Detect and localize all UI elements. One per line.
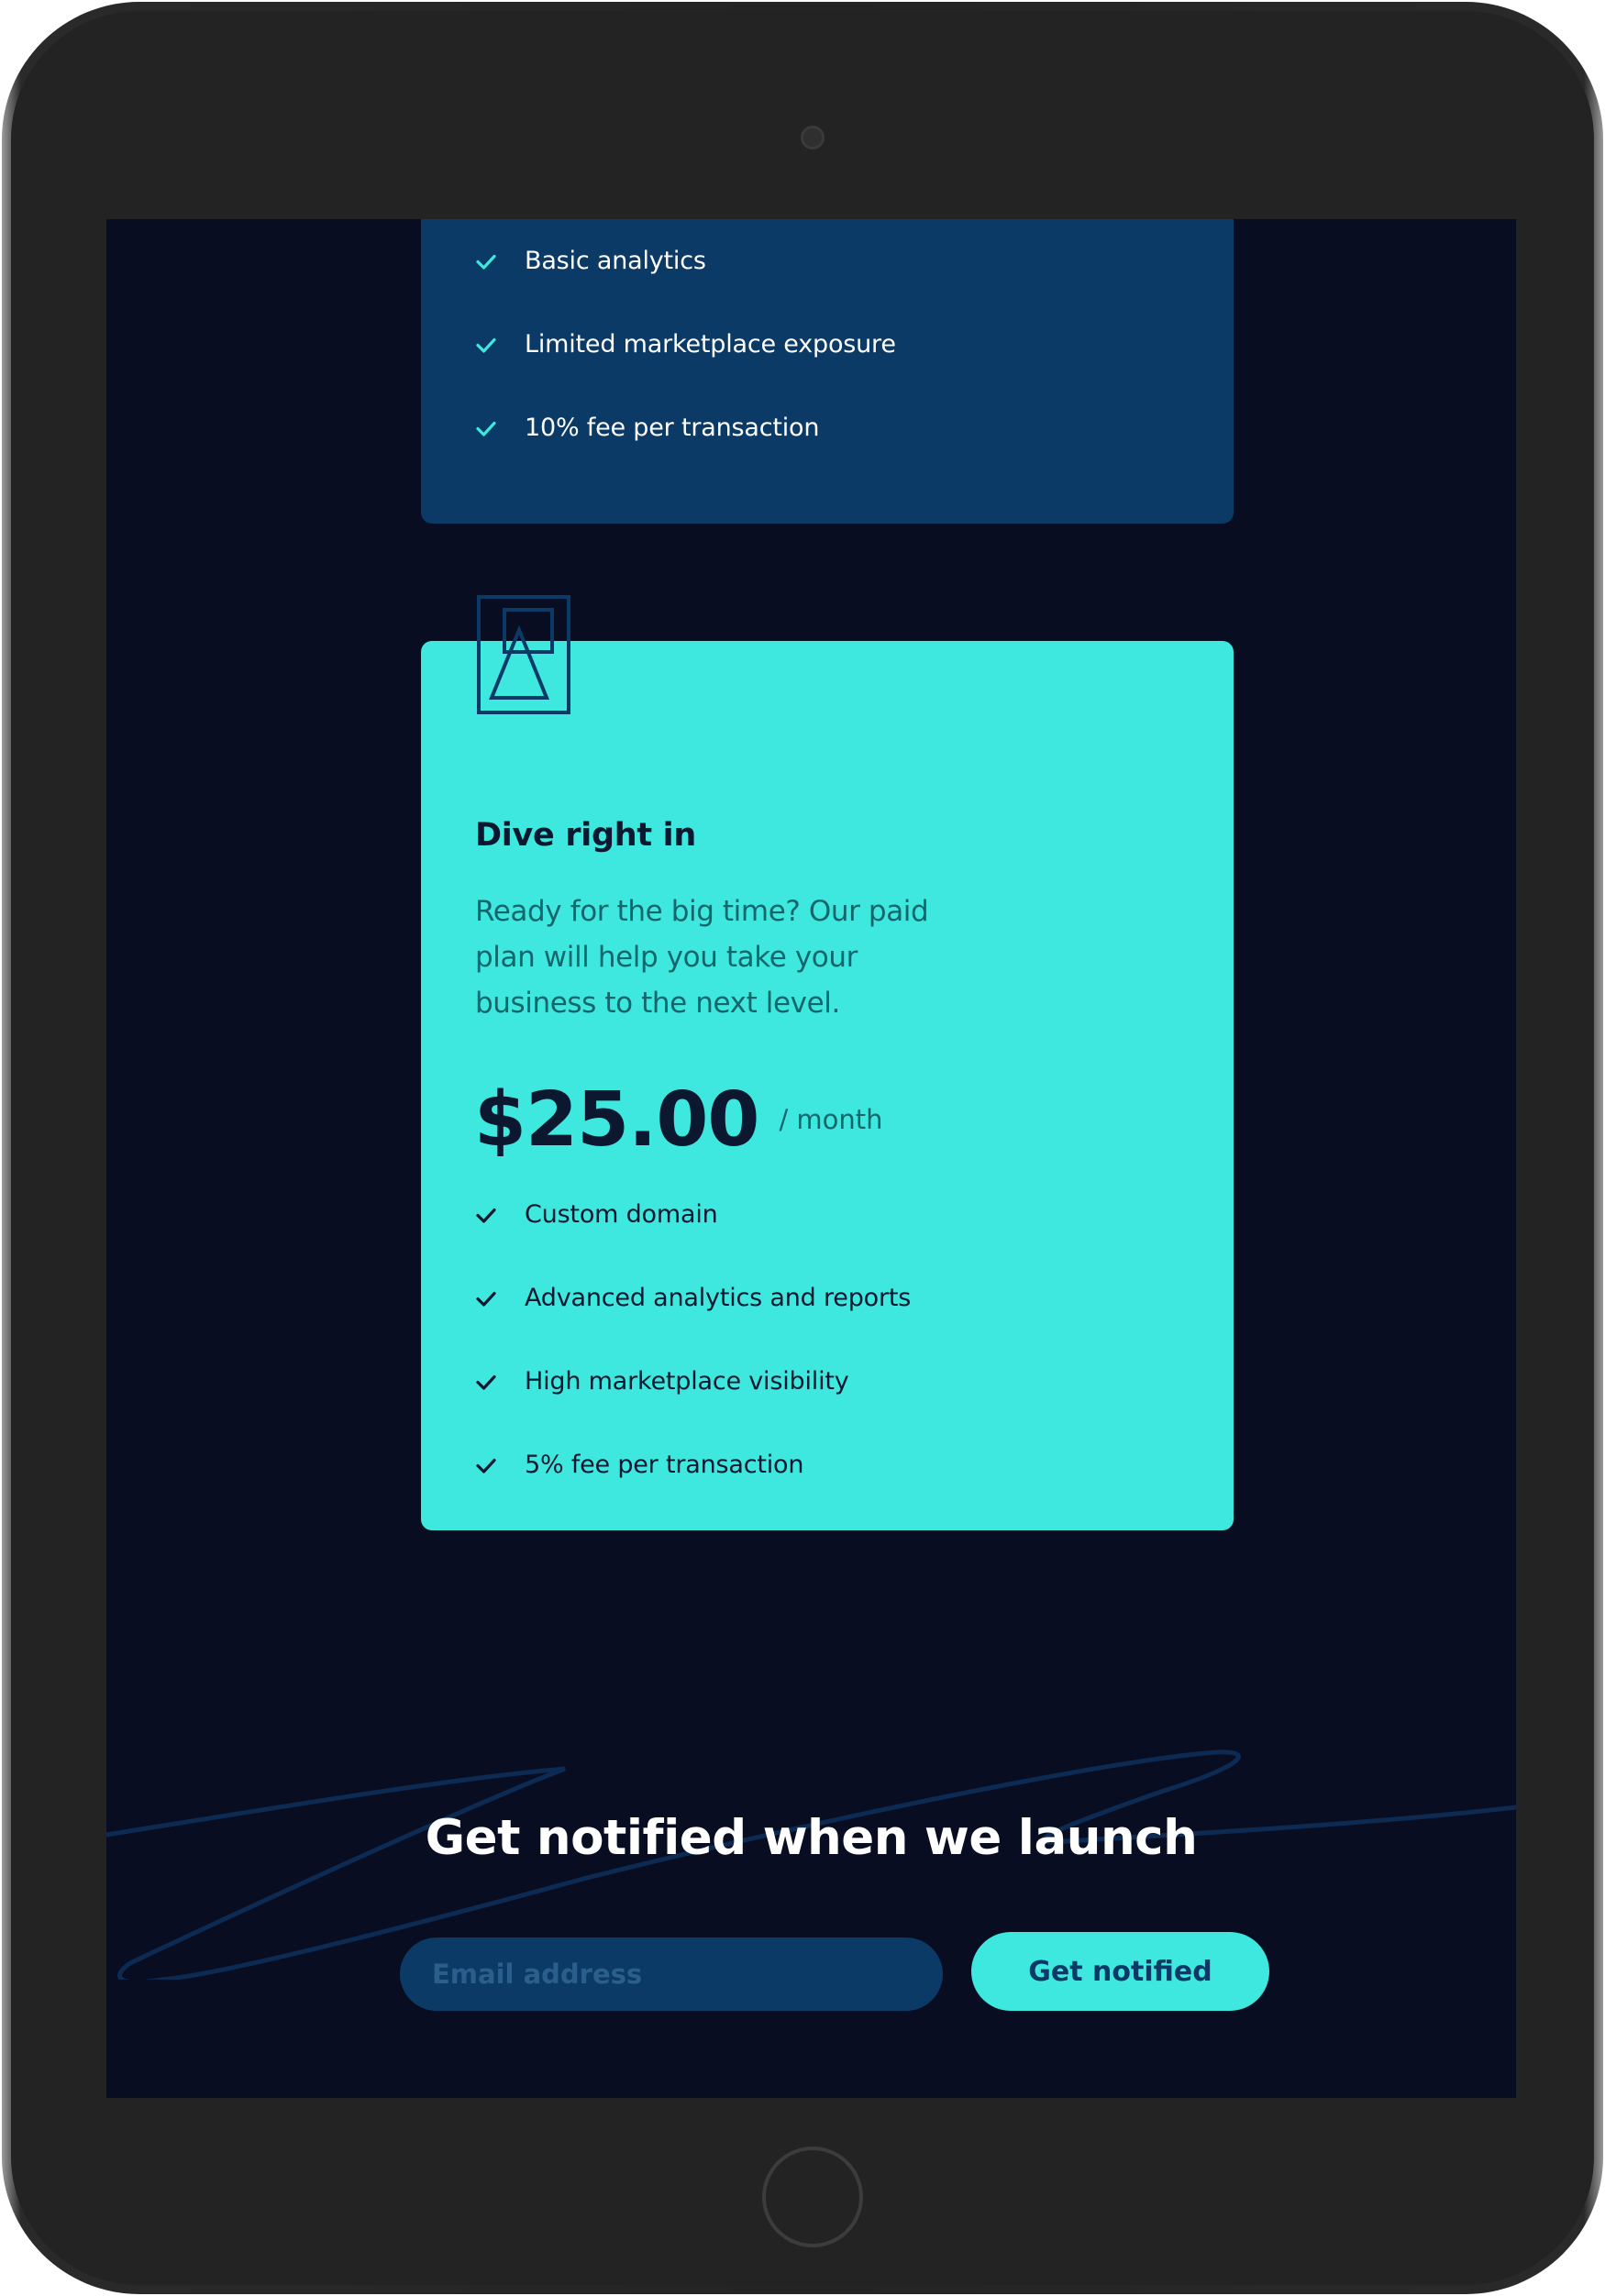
tablet-frame: Basic analytics Limited marketplace expo… <box>2 2 1603 2294</box>
feature-item: Custom domain <box>475 1173 911 1256</box>
get-notified-button[interactable]: Get notified <box>971 1932 1269 2011</box>
check-icon <box>475 417 497 439</box>
paid-plan-feature-list: Custom domain Advanced analytics and rep… <box>475 1173 911 1507</box>
feature-item: Limited marketplace exposure <box>475 303 896 386</box>
feature-label: 10% fee per transaction <box>525 414 820 442</box>
tablet-bezel: Basic analytics Limited marketplace expo… <box>11 11 1594 2285</box>
check-icon <box>475 1204 497 1226</box>
check-icon <box>475 1287 497 1309</box>
feature-item: Basic analytics <box>475 219 896 303</box>
feature-item: 5% fee per transaction <box>475 1423 911 1507</box>
check-icon <box>475 250 497 272</box>
home-button[interactable] <box>762 2147 863 2247</box>
notify-title: Get notified when we launch <box>425 1810 1198 1866</box>
free-plan-feature-list: Basic analytics Limited marketplace expo… <box>475 219 896 469</box>
feature-label: Basic analytics <box>525 247 706 275</box>
feature-label: High marketplace visibility <box>525 1367 849 1396</box>
feature-label: Custom domain <box>525 1200 718 1229</box>
feature-item: Advanced analytics and reports <box>475 1256 911 1340</box>
plan-title: Dive right in <box>475 817 696 854</box>
paid-plan-card: Dive right in Ready for the big time? Ou… <box>421 641 1234 1530</box>
email-input[interactable] <box>400 1937 943 2011</box>
front-camera <box>801 126 825 149</box>
price-row: $25.00 / month <box>474 1076 883 1164</box>
tablet-screen: Basic analytics Limited marketplace expo… <box>106 219 1516 2098</box>
check-icon <box>475 1454 497 1476</box>
feature-label: Limited marketplace exposure <box>525 330 896 359</box>
check-icon <box>475 334 497 356</box>
feature-item: High marketplace visibility <box>475 1340 911 1423</box>
paid-plan-illustration-icon <box>477 595 570 714</box>
plan-description: Ready for the big time? Our paid plan wi… <box>475 895 929 1020</box>
plan-period: / month <box>779 1104 883 1135</box>
feature-label: Advanced analytics and reports <box>525 1284 912 1312</box>
feature-item: 10% fee per transaction <box>475 386 896 469</box>
check-icon <box>475 1371 497 1393</box>
feature-label: 5% fee per transaction <box>525 1451 804 1479</box>
plan-price: $25.00 <box>474 1076 759 1164</box>
free-plan-card: Basic analytics Limited marketplace expo… <box>421 219 1234 524</box>
